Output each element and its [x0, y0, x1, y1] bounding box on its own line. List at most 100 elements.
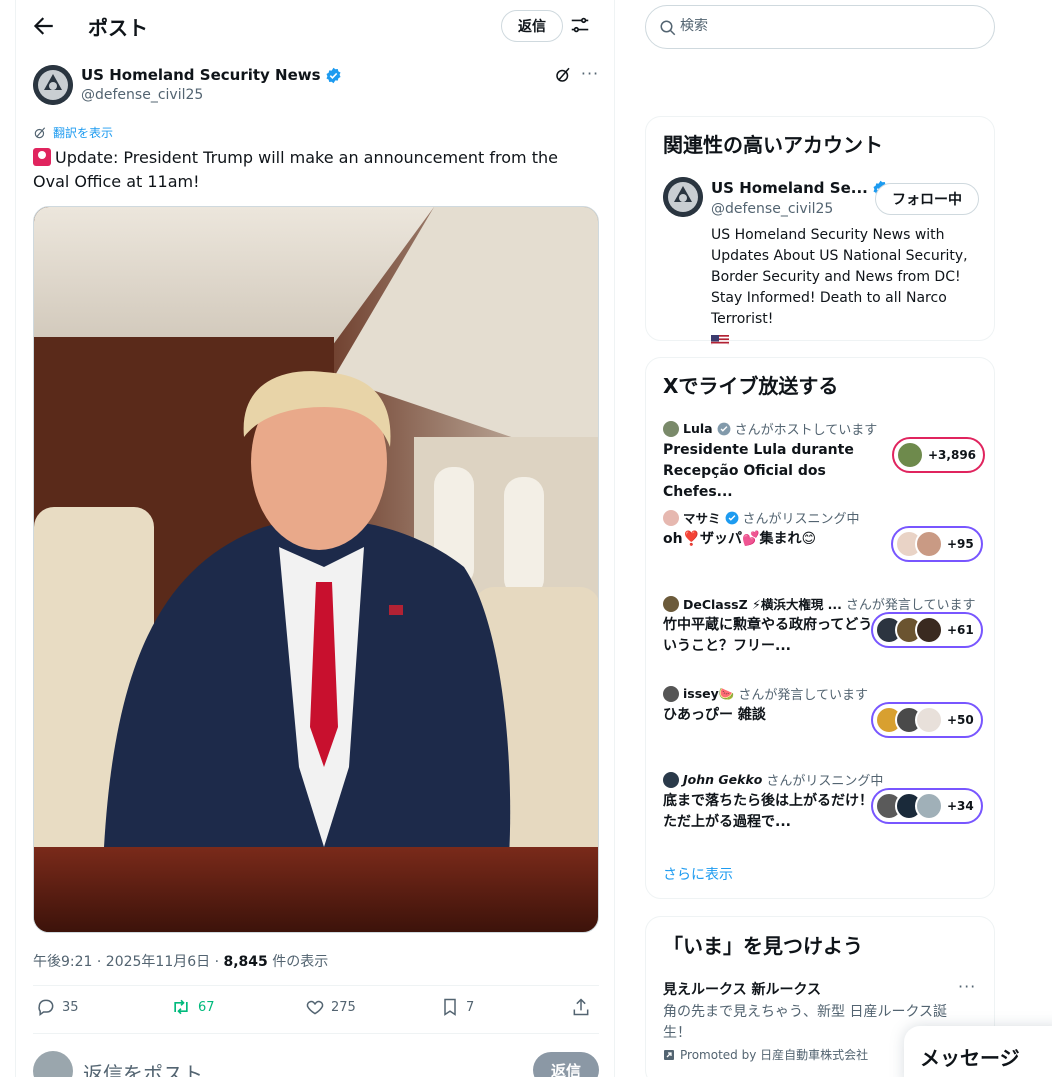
host-status: さんがホストしています	[734, 423, 878, 438]
space-title: oh❣️ザッパ💕集まれ😊	[663, 531, 817, 547]
host-name: issey🍉	[683, 685, 735, 701]
host-avatar	[663, 509, 679, 526]
post-timestamp[interactable]: 午後9:21 · 2025年11月6日 ·	[33, 954, 224, 970]
host-status: さんが発言しています	[738, 688, 868, 703]
listener-avatar	[915, 530, 943, 558]
related-bio-text: US Homeland Security News with Updates A…	[711, 227, 968, 327]
listener-count: +50	[947, 713, 974, 727]
show-more-link[interactable]: さらに表示	[663, 864, 733, 884]
reply-composer: 返信をポスト 返信	[33, 1046, 599, 1077]
heart-icon	[306, 1000, 324, 1015]
settings-sliders-button[interactable]	[569, 14, 593, 38]
space-item[interactable]: DeClassZ ⚡横浜大権現 ... さんが発言しています 竹中平蔵に勲章やる政…	[663, 594, 983, 654]
divider	[33, 1033, 599, 1034]
listener-avatars[interactable]: +34	[871, 788, 983, 824]
sliders-icon	[571, 17, 589, 33]
listener-avatars[interactable]: +95	[891, 526, 983, 562]
views-count: 8,845	[223, 954, 268, 970]
author-name-text: US Homeland Security News	[81, 66, 321, 84]
search-box[interactable]	[645, 5, 995, 49]
like-button[interactable]: 275	[305, 997, 356, 1017]
space-host: issey🍉 さんが発言しています	[663, 684, 868, 703]
share-button[interactable]	[571, 997, 591, 1017]
more-options-icon[interactable]: ···	[580, 64, 600, 84]
host-name: DeClassZ ⚡横浜大権現 ...	[683, 597, 842, 612]
messages-drawer[interactable]: メッセージ	[904, 1026, 1052, 1077]
more-options-icon[interactable]: ···	[958, 977, 976, 996]
retweet-count: 67	[198, 999, 215, 1015]
promoted-text: Promoted by 日産自動車株式会社	[680, 1048, 869, 1062]
space-item[interactable]: 𝙅𝙤𝙝𝙣 𝙂𝙚𝙠𝙠𝙤 さんがリスニング中 底まで落ちたら後は上がるだけ！ただ上がる…	[663, 770, 983, 830]
arrow-left-icon	[33, 17, 53, 35]
reply-submit-button[interactable]: 返信	[533, 1052, 599, 1077]
listener-count: +95	[947, 537, 974, 551]
back-button[interactable]	[30, 13, 56, 39]
views-label: 件の表示	[267, 954, 329, 970]
reply-input[interactable]: 返信をポスト	[83, 1058, 203, 1077]
share-icon	[573, 998, 589, 1016]
main-column: ポスト 返信 US Homeland Security News @defens…	[15, 0, 615, 1077]
following-button[interactable]: フォロー中	[875, 183, 979, 215]
reply-count: 35	[62, 999, 79, 1015]
listener-avatar	[915, 706, 943, 734]
listener-avatars[interactable]: +50	[871, 702, 983, 738]
post-text: Update: President Trump will make an ann…	[33, 146, 593, 194]
post-image[interactable]	[33, 206, 599, 933]
live-spaces-card: Xでライブ放送する Lula さんがホストしています Presidente Lul…	[645, 357, 995, 899]
space-item[interactable]: issey🍉 さんが発言しています ひあっぴー 雑談 +50	[663, 684, 983, 744]
post-photo	[34, 207, 598, 932]
bookmark-count: 7	[466, 999, 475, 1015]
host-avatar	[663, 420, 679, 437]
space-host: マサミ さんがリスニング中	[663, 508, 860, 527]
post-header: ポスト 返信	[16, 0, 614, 53]
grok-button[interactable]	[554, 66, 574, 86]
host-name: Lula	[683, 421, 713, 436]
space-item[interactable]: マサミ さんがリスニング中 oh❣️ザッパ💕集まれ😊 +95	[663, 508, 983, 568]
user-avatar[interactable]	[33, 1051, 73, 1077]
promoted-icon	[664, 1049, 674, 1060]
search-input[interactable]	[680, 18, 980, 34]
verified-badge-icon	[326, 67, 341, 83]
listener-avatars[interactable]: +61	[871, 612, 983, 648]
listener-avatar	[915, 616, 943, 644]
trends-title: 「いま」を見つけよう	[663, 934, 863, 958]
us-flag-icon	[711, 333, 729, 345]
related-avatar[interactable]	[663, 177, 703, 217]
host-status: さんがリスニング中	[766, 774, 884, 789]
post-text-content: Update: President Trump will make an ann…	[33, 148, 558, 191]
bookmark-button[interactable]: 7	[440, 997, 474, 1017]
retweet-button[interactable]: 67	[170, 997, 215, 1017]
listener-avatars[interactable]: +3,896	[892, 437, 986, 473]
author-handle[interactable]: @defense_civil25	[81, 87, 203, 103]
listener-count: +34	[947, 799, 974, 813]
host-name: マサミ	[683, 511, 721, 526]
author-name[interactable]: US Homeland Security News	[81, 66, 342, 84]
listener-avatar	[915, 792, 943, 820]
divider	[33, 985, 599, 986]
related-bio: US Homeland Security News with Updates A…	[711, 225, 981, 351]
bookmark-icon	[444, 998, 456, 1016]
host-name: 𝙅𝙤𝙝𝙣 𝙂𝙚𝙠𝙠𝙤	[683, 772, 763, 787]
related-handle[interactable]: @defense_civil25	[711, 201, 833, 217]
host-avatar	[663, 685, 679, 702]
reply-button[interactable]: 35	[36, 997, 79, 1017]
space-title: 底まで落ちたら後は上がるだけ！ただ上がる過程で...	[663, 793, 873, 830]
translate-link[interactable]: 翻訳を表示	[33, 124, 113, 141]
post-meta: 午後9:21 · 2025年11月6日 · 8,845 件の表示	[33, 951, 328, 971]
host-avatar	[663, 771, 679, 788]
space-host: 𝙅𝙤𝙝𝙣 𝙂𝙚𝙠𝙠𝙤 さんがリスニング中	[663, 770, 883, 789]
related-name[interactable]: US Homeland Se...	[711, 179, 889, 197]
listener-avatar	[896, 441, 924, 469]
space-item[interactable]: Lula さんがホストしています Presidente Lula durante …	[663, 419, 986, 500]
trend-item-title[interactable]: 見えルークス 新ルークス	[663, 979, 821, 999]
space-host: Lula さんがホストしています	[663, 419, 877, 438]
reply-filter-button[interactable]: 返信	[501, 10, 563, 42]
gray-verified-icon	[717, 422, 731, 435]
space-title: ひあっぴー 雑談	[663, 707, 766, 723]
author-avatar[interactable]	[33, 65, 73, 105]
space-host: DeClassZ ⚡横浜大権現 ... さんが発言しています	[663, 594, 976, 613]
listener-count: +61	[947, 623, 974, 637]
post-actions: 35 67 275 7	[33, 997, 599, 1025]
grok-icon	[556, 67, 570, 82]
translate-icon	[34, 126, 46, 138]
